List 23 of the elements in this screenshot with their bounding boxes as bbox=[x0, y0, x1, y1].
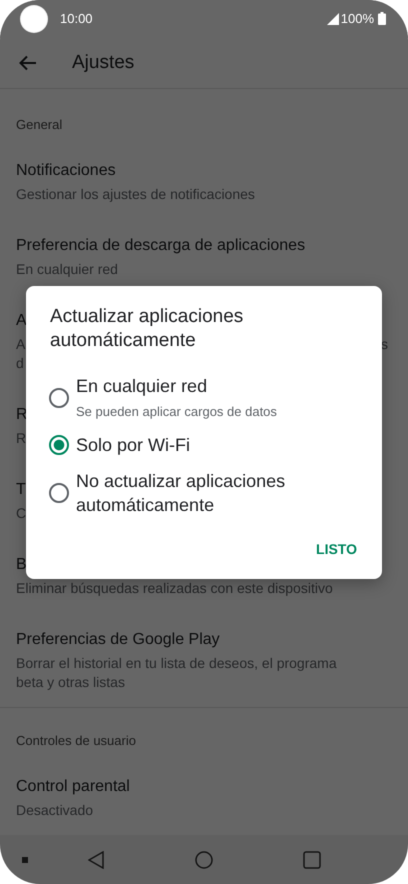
option-hint: Se pueden aplicar cargos de datos bbox=[76, 403, 277, 421]
option-label[interactable]: En cualquier red bbox=[76, 374, 277, 398]
back-arrow-icon[interactable] bbox=[19, 54, 37, 71]
settings-item[interactable]: Preferencias de Google Play Borrar el historial en tu lista de deseos, el programa beta y otras listas bbox=[0, 613, 408, 708]
section-header: General bbox=[15, 116, 64, 134]
page-title: Ajustes bbox=[72, 52, 134, 74]
radio-button[interactable] bbox=[49, 435, 69, 455]
clock: 10:00 bbox=[60, 11, 93, 26]
recents-icon[interactable] bbox=[303, 850, 321, 869]
camera-hole bbox=[21, 6, 47, 32]
battery-icon bbox=[378, 12, 386, 26]
battery-level: 100% bbox=[340, 11, 374, 26]
option-label[interactable]: No actualizar aplicaciones automáticamente bbox=[76, 469, 365, 517]
option-label[interactable]: Solo por Wi-Fi bbox=[76, 433, 190, 457]
back-icon[interactable] bbox=[88, 850, 104, 869]
section-header: Controles de usuario bbox=[15, 732, 137, 750]
radio-button[interactable] bbox=[49, 388, 69, 408]
settings-item[interactable]: Notificaciones Gestionar los ajustes de notificaciones bbox=[0, 144, 408, 220]
done-button[interactable]: LISTO bbox=[308, 529, 365, 569]
radio-button[interactable] bbox=[49, 483, 69, 503]
dialog-title: Actualizar aplicaciones automáticamente bbox=[50, 305, 244, 353]
home-icon[interactable] bbox=[195, 850, 213, 869]
signal-icon bbox=[326, 12, 339, 25]
